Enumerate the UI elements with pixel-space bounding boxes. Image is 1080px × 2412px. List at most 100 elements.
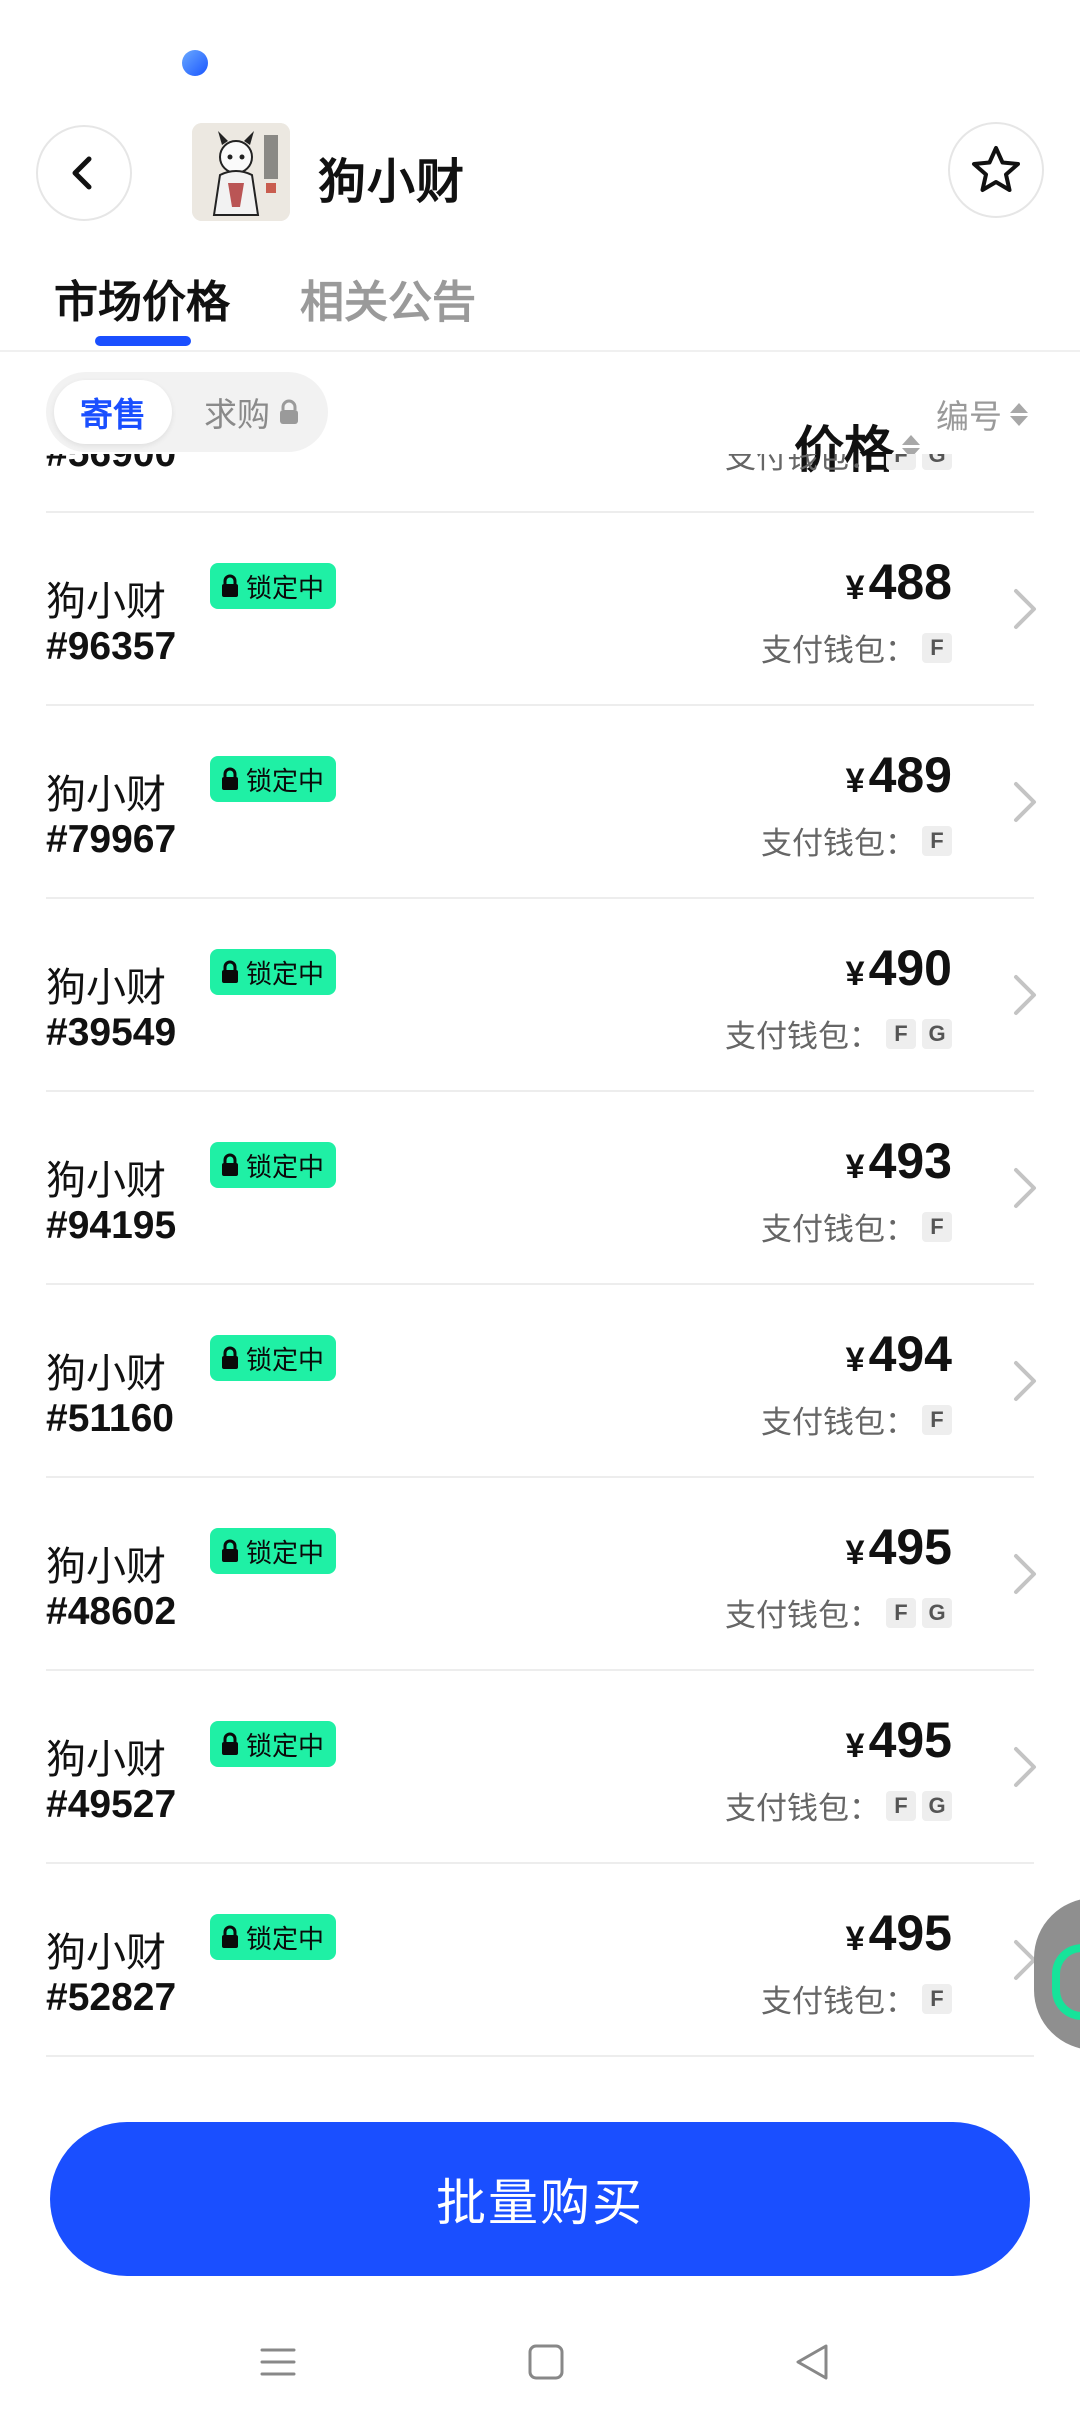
listing-row[interactable]: 狗小财 锁定中 #48602 ¥495 支付钱包： F G bbox=[0, 1478, 1080, 1671]
home-square-icon bbox=[528, 2344, 564, 2380]
listing-row[interactable]: 狗小财 锁定中 #94195 ¥493 支付钱包： F bbox=[0, 1092, 1080, 1285]
listing-code: #49527 bbox=[46, 1783, 177, 1826]
wallet-tag: F bbox=[922, 632, 952, 663]
back-button[interactable] bbox=[36, 125, 132, 221]
system-nav-bar bbox=[0, 2300, 1080, 2412]
wallet-tag: F bbox=[922, 1211, 952, 1242]
listing-name: 狗小财 bbox=[46, 1352, 166, 1396]
listing-code: #51160 bbox=[46, 1397, 174, 1440]
wallet-label: 支付钱包： bbox=[761, 1212, 916, 1247]
favorite-button[interactable] bbox=[948, 122, 1044, 218]
listing-row[interactable]: 狗小财 锁定中 #39549 ¥490 支付钱包： F G bbox=[0, 899, 1080, 1092]
currency-symbol: ¥ bbox=[845, 762, 865, 800]
listing-price: ¥495 bbox=[846, 1904, 952, 1962]
segment-buy-request-label: 求购 bbox=[204, 396, 270, 433]
locked-badge: 锁定中 bbox=[210, 1142, 337, 1188]
price-value: 495 bbox=[868, 1905, 952, 1961]
locked-badge-label: 锁定中 bbox=[246, 958, 325, 989]
locked-badge-label: 锁定中 bbox=[246, 765, 325, 796]
lock-icon bbox=[222, 1732, 238, 1755]
wallet-label: 支付钱包： bbox=[725, 1791, 880, 1826]
listing-price: ¥493 bbox=[846, 1132, 952, 1190]
listing-row[interactable]: 狗小财 锁定中 #79967 ¥489 支付钱包： F bbox=[0, 706, 1080, 899]
listing-code: #52827 bbox=[46, 1976, 177, 2019]
menu-icon bbox=[260, 2348, 296, 2376]
lock-icon bbox=[222, 1539, 238, 1562]
wallet-tag: F bbox=[886, 1018, 916, 1049]
listing-row[interactable]: 狗小财 锁定中 #96357 ¥488 支付钱包： F bbox=[0, 513, 1080, 706]
currency-symbol: ¥ bbox=[845, 1727, 865, 1765]
lock-icon bbox=[222, 1925, 238, 1948]
lock-icon bbox=[280, 399, 298, 424]
listing-row[interactable]: 狗小财 锁定中 #49527 ¥495 支付钱包： F G bbox=[0, 1671, 1080, 1864]
wallet-tag: G bbox=[922, 1790, 952, 1821]
payment-wallets: 支付钱包： F bbox=[761, 1204, 952, 1249]
listing-name: 狗小财 bbox=[46, 1545, 166, 1589]
locked-badge-label: 锁定中 bbox=[246, 1730, 325, 1761]
price-value: 488 bbox=[868, 554, 952, 610]
currency-symbol: ¥ bbox=[845, 1920, 865, 1958]
listing-row[interactable]: 狗小财 锁定中 #51160 ¥494 支付钱包： F bbox=[0, 1285, 1080, 1478]
sort-code-label: 编号 bbox=[936, 398, 1002, 435]
listing-name: 狗小财 bbox=[46, 580, 166, 624]
wallet-tag: F bbox=[886, 454, 916, 470]
star-icon bbox=[972, 146, 1020, 192]
header: 狗小财 bbox=[0, 120, 1080, 230]
listing-name: 狗小财 bbox=[46, 1159, 166, 1203]
locked-badge-label: 锁定中 bbox=[246, 1537, 325, 1568]
listing-row[interactable]: 狗小财 锁定中 #52827 ¥495 支付钱包： F bbox=[0, 1864, 1080, 2057]
wallet-label: 支付钱包： bbox=[761, 1984, 916, 2019]
chevron-right-icon bbox=[1014, 589, 1036, 629]
payment-wallets: 支付钱包： F bbox=[761, 625, 952, 670]
wallet-label: 支付钱包： bbox=[761, 633, 916, 668]
listing-code: #56900 bbox=[46, 454, 176, 476]
segment-buy-request[interactable]: 求购 bbox=[184, 380, 320, 444]
wallet-tag: F bbox=[886, 1790, 916, 1821]
chevron-right-icon bbox=[1014, 1168, 1036, 1208]
tab-announcements[interactable]: 相关公告 bbox=[300, 266, 476, 330]
nav-home-button[interactable] bbox=[506, 2322, 586, 2402]
locked-badge-label: 锁定中 bbox=[246, 572, 325, 603]
listing-price: ¥488 bbox=[846, 553, 952, 611]
payment-wallets: 支付钱包： F G bbox=[725, 1783, 952, 1828]
lock-icon bbox=[222, 960, 238, 983]
chevron-right-icon bbox=[1014, 1361, 1036, 1401]
payment-wallets: 支付钱包： F bbox=[761, 1976, 952, 2021]
listing-code: #39549 bbox=[46, 1011, 177, 1054]
tab-market-price[interactable]: 市场价格 bbox=[54, 266, 230, 330]
price-value: 495 bbox=[868, 1712, 952, 1768]
price-value: 495 bbox=[868, 1519, 952, 1575]
listing-row[interactable]: 狗小财 锁定中 #56900 ¥488 支付钱包：FG bbox=[0, 454, 1080, 513]
payment-wallets: 支付钱包： F bbox=[761, 818, 952, 863]
payment-wallets: 支付钱包： F bbox=[761, 1397, 952, 1442]
status-indicator-icon bbox=[182, 50, 208, 76]
listing-price: ¥490 bbox=[846, 939, 952, 997]
listing-list[interactable]: 狗小财 锁定中 #56900 ¥488 支付钱包：FG 狗小财 bbox=[0, 454, 1080, 2094]
listing-list-inner: 狗小财 锁定中 #56900 ¥488 支付钱包：FG 狗小财 bbox=[0, 454, 1080, 2057]
locked-badge: 锁定中 bbox=[210, 1335, 337, 1381]
lock-icon bbox=[222, 1153, 238, 1176]
price-value: 490 bbox=[868, 940, 952, 996]
segment-consignment[interactable]: 寄售 bbox=[54, 380, 172, 444]
price-value: 494 bbox=[868, 1326, 952, 1382]
wallet-label: 支付钱包： bbox=[725, 454, 880, 475]
payment-wallets: 支付钱包： F G bbox=[725, 1011, 952, 1056]
lock-icon bbox=[222, 574, 238, 597]
bulk-buy-button[interactable]: 批量购买 bbox=[50, 2122, 1030, 2276]
listing-code: #79967 bbox=[46, 818, 177, 861]
price-value: 489 bbox=[868, 747, 952, 803]
listing-price: ¥495 bbox=[846, 1711, 952, 1769]
price-value: 493 bbox=[868, 1133, 952, 1189]
currency-symbol: ¥ bbox=[845, 1148, 865, 1186]
nav-back-button[interactable] bbox=[772, 2322, 852, 2402]
locked-badge: 锁定中 bbox=[210, 1914, 337, 1960]
listing-name: 狗小财 bbox=[46, 966, 166, 1010]
lock-icon bbox=[222, 767, 238, 790]
currency-symbol: ¥ bbox=[845, 1534, 865, 1572]
wallet-tag: F bbox=[922, 825, 952, 856]
listing-name: 狗小财 bbox=[46, 1738, 166, 1782]
listing-code: #96357 bbox=[46, 625, 177, 668]
nav-menu-button[interactable] bbox=[238, 2322, 318, 2402]
listing-price: ¥495 bbox=[846, 1518, 952, 1576]
sort-by-code[interactable]: 编号 bbox=[936, 390, 1028, 438]
